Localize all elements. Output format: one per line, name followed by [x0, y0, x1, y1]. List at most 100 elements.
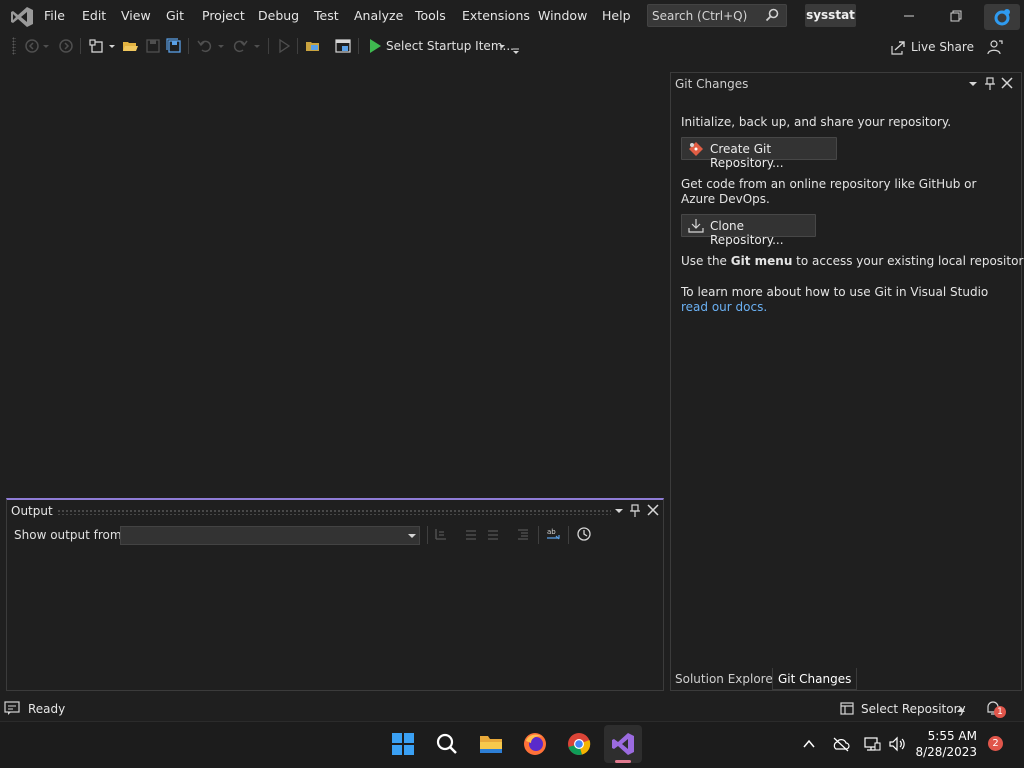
visual-studio-taskbar-icon [612, 733, 634, 755]
new-project-icon[interactable] [89, 38, 105, 54]
toolbar-overflow-icon[interactable] [511, 38, 521, 54]
editor-area[interactable] [0, 64, 666, 498]
output-close-icon[interactable] [647, 504, 659, 516]
read-docs-link[interactable]: read our docs. [681, 300, 767, 315]
tab-solution-explorer[interactable]: Solution Explorer [670, 668, 783, 690]
git-menu-text-prefix: Use the [681, 254, 731, 268]
menu-edit[interactable]: Edit [82, 8, 106, 23]
copilot-badge[interactable] [984, 4, 1020, 30]
create-git-repository-button[interactable]: Create Git Repository... [681, 137, 837, 170]
menu-extensions[interactable]: Extensions [462, 8, 530, 23]
menu-help[interactable]: Help [602, 8, 631, 23]
clone-download-icon [688, 219, 704, 233]
taskbar-time[interactable]: 5:55 AM [912, 729, 977, 743]
git-menu-text: Use the Git menu to access your existing… [681, 254, 1024, 269]
back-dropdown-icon[interactable] [41, 38, 51, 54]
firefox-icon[interactable] [522, 731, 548, 757]
taskbar-notification-badge[interactable]: 2 [988, 736, 1003, 751]
open-in-explorer-icon[interactable] [305, 38, 321, 54]
output-menu-dropdown-icon[interactable] [614, 506, 624, 516]
menu-test[interactable]: Test [314, 8, 339, 23]
new-item-dropdown-icon[interactable] [107, 38, 117, 54]
restore-icon[interactable] [932, 0, 978, 32]
menu-tools[interactable]: Tools [415, 8, 446, 23]
network-icon[interactable] [863, 736, 881, 752]
volume-icon[interactable] [888, 736, 906, 752]
feedback-ring-icon [994, 9, 1010, 26]
git-repository-icon [689, 142, 703, 156]
next-message-icon[interactable] [486, 527, 500, 541]
output-toolbar-separator [538, 526, 539, 544]
toolbar-separator [268, 38, 269, 54]
taskbar-date[interactable]: 8/28/2023 [912, 745, 977, 759]
clone-repository-label: Clone Repository... [710, 219, 784, 247]
window-layout-icon[interactable] [335, 38, 351, 54]
menu-window[interactable]: Window [538, 8, 587, 23]
startup-item-dropdown-icon[interactable] [497, 38, 507, 54]
previous-message-icon[interactable] [464, 527, 478, 541]
menu-project[interactable]: Project [202, 8, 245, 23]
timestamp-clock-icon[interactable] [576, 526, 592, 542]
git-intro-text: Initialize, back up, and share your repo… [681, 115, 952, 129]
show-output-from-label: Show output from: [14, 528, 126, 542]
output-panel-grip[interactable] [57, 509, 611, 515]
windows-start-icon[interactable] [390, 731, 416, 757]
start-without-debugging-icon[interactable] [276, 38, 292, 54]
toolbar-grip[interactable] [12, 37, 16, 55]
clone-repository-button[interactable]: Clone Repository... [681, 214, 816, 247]
learn-more-text: To learn more about how to use Git in Vi… [681, 285, 989, 299]
redo-icon[interactable] [232, 38, 248, 54]
menu-analyze[interactable]: Analyze [354, 8, 403, 23]
toolbar-separator [188, 38, 189, 54]
solution-name-badge[interactable]: sysstat [805, 4, 856, 27]
git-menu-text-suffix: to access your existing local repositori… [792, 254, 1024, 268]
output-panel-title: Output [11, 504, 53, 518]
search-box[interactable]: Search (Ctrl+Q) [647, 4, 787, 27]
open-folder-icon[interactable] [122, 38, 138, 54]
live-share-label[interactable]: Live Share [911, 40, 974, 54]
status-ready-text: Ready [28, 702, 66, 716]
repository-icon [840, 702, 854, 715]
feedback-person-icon[interactable] [987, 39, 1003, 55]
redo-dropdown-icon[interactable] [252, 38, 262, 54]
output-pin-icon[interactable] [629, 504, 641, 518]
undo-dropdown-icon[interactable] [216, 38, 226, 54]
search-label: Search (Ctrl+Q) [652, 9, 748, 23]
menu-git[interactable]: Git [166, 8, 184, 23]
back-navigate-icon[interactable] [24, 38, 40, 54]
menu-file[interactable]: File [44, 8, 65, 23]
menu-view[interactable]: View [121, 8, 151, 23]
startup-item-label: Select Startup Item... [386, 39, 514, 53]
visual-studio-logo-icon [11, 7, 33, 27]
select-repository-label[interactable]: Select Repository [861, 702, 966, 716]
git-changes-panel: Git Changes Initialize, back up, and sha… [670, 72, 1024, 691]
save-icon[interactable] [145, 38, 161, 54]
minimize-icon[interactable] [886, 0, 932, 32]
show-hidden-icons-chevron-icon[interactable] [802, 738, 816, 750]
output-toolbar-separator [568, 526, 569, 544]
menu-debug[interactable]: Debug [258, 8, 299, 23]
find-message-icon[interactable] [434, 527, 448, 541]
search-icon [765, 8, 779, 22]
active-app-indicator [615, 760, 631, 763]
file-explorer-icon[interactable] [478, 731, 504, 757]
chevron-up-icon[interactable] [956, 705, 966, 713]
clear-all-icon[interactable] [516, 527, 530, 541]
word-wrap-icon[interactable]: ab [546, 526, 562, 542]
panel-menu-dropdown-icon[interactable] [968, 79, 978, 89]
chrome-icon[interactable] [566, 731, 592, 757]
pin-icon[interactable] [984, 77, 996, 91]
close-icon[interactable] [1001, 77, 1013, 89]
create-git-repository-label: Create Git Repository... [710, 142, 784, 170]
onedrive-offline-icon[interactable] [832, 736, 850, 752]
tab-git-changes[interactable]: Git Changes [772, 668, 858, 690]
undo-icon[interactable] [197, 38, 213, 54]
forward-navigate-icon[interactable] [58, 38, 74, 54]
clone-intro-text: Get code from an online repository like … [681, 177, 977, 206]
live-share-icon[interactable] [890, 40, 906, 56]
toolbar-separator [80, 38, 81, 54]
output-source-select[interactable] [120, 526, 420, 545]
output-status-icon[interactable] [4, 700, 20, 716]
search-taskbar-icon[interactable] [434, 731, 460, 757]
save-all-icon[interactable] [166, 38, 182, 54]
